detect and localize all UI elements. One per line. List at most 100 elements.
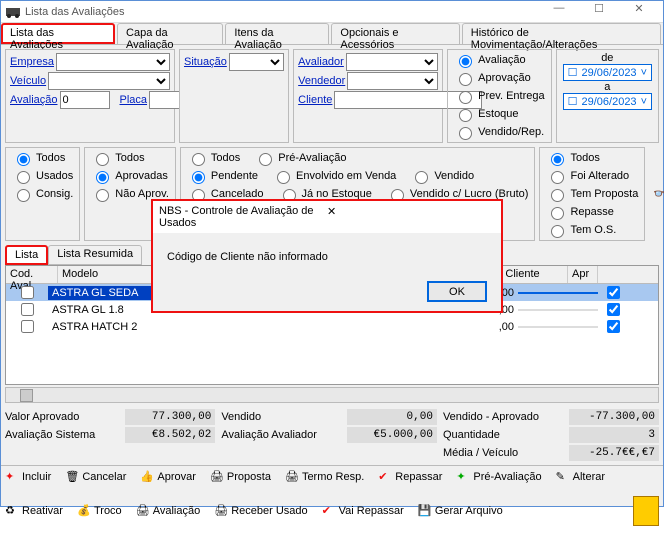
radio-s4-repasse[interactable]: Repasse: [546, 204, 638, 220]
placa-label: Placa: [120, 94, 148, 106]
radio-s3-vendido[interactable]: Vendido: [410, 168, 474, 184]
titlebar: Lista das Avaliações — ☐ ✕: [1, 1, 663, 23]
quantidade-label: Quantidade: [443, 429, 563, 441]
summary-panel: Valor Aprovado 77.300,00 Vendido 0,00 Ve…: [1, 405, 663, 465]
col-cod[interactable]: Cod. Aval: [6, 266, 58, 283]
filter-bar: Empresa Veículo AvaliaçãoPlaca Situação …: [1, 45, 663, 147]
app-icon: [5, 4, 21, 20]
horizontal-scrollbar[interactable]: [5, 387, 659, 403]
radio-vendido-rep[interactable]: Vendido/Rep.: [454, 124, 544, 140]
media-label: Média / Veículo: [443, 447, 563, 459]
tab-capa[interactable]: Capa da Avaliação: [117, 23, 223, 44]
receber-button[interactable]: 🖨Receber Usado: [214, 496, 307, 526]
dialog-ok-button[interactable]: OK: [427, 281, 487, 302]
apr-checkbox[interactable]: [607, 303, 620, 316]
veiculo-select[interactable]: [48, 72, 170, 90]
aval-avaliador-value: €5.000,00: [347, 427, 437, 443]
tab-itens[interactable]: Itens da Avaliação: [225, 23, 329, 44]
apr-checkbox[interactable]: [607, 286, 620, 299]
cancelar-button[interactable]: 🗑Cancelar: [65, 470, 126, 484]
avaliacao-input[interactable]: [60, 91, 110, 109]
close-button[interactable]: ✕: [619, 2, 659, 22]
radio-s3-pre[interactable]: Pré-Avaliação: [254, 150, 346, 166]
row-checkbox[interactable]: [21, 286, 34, 299]
valor-aprovado-value: 77.300,00: [125, 409, 215, 425]
repassar-button[interactable]: ✔Repassar: [378, 470, 442, 484]
reativar-button[interactable]: ♻Reativar: [5, 496, 63, 526]
type-radio-group: Avaliação Aprovação Prev. Entrega Estoqu…: [447, 49, 551, 143]
avaliacao-button[interactable]: 🖨Avaliação: [136, 496, 201, 526]
empresa-select[interactable]: [56, 53, 170, 71]
radio-s1-consig[interactable]: Consig.: [12, 186, 73, 202]
table-row[interactable]: ASTRA HATCH 2 ,00: [6, 318, 658, 335]
proposta-button[interactable]: 🖨Proposta: [210, 470, 271, 484]
radio-s4-todos[interactable]: Todos: [546, 150, 638, 166]
avaliador-select[interactable]: [346, 53, 438, 71]
pre-aval-button[interactable]: ✦Pré-Avaliação: [456, 470, 541, 484]
date-to[interactable]: ☐ 29/06/2023 ˅: [563, 93, 652, 110]
dialog-titlebar: NBS - Controle de Avaliação de Usados ✕: [153, 201, 501, 233]
alterar-button[interactable]: ✎Alterar: [556, 470, 605, 484]
gerar-button[interactable]: 💾Gerar Arquivo: [418, 496, 503, 526]
subtab-lista[interactable]: Lista: [5, 245, 48, 265]
vendedor-label: Vendedor: [298, 75, 345, 87]
radio-prev-entrega[interactable]: Prev. Entrega: [454, 88, 544, 104]
radio-estoque[interactable]: Estoque: [454, 106, 544, 122]
tab-lista-avaliacoes[interactable]: Lista das Avaliações: [1, 23, 115, 44]
date-from[interactable]: ☐ 29/06/2023 ˅: [563, 64, 652, 81]
error-dialog: NBS - Controle de Avaliação de Usados ✕ …: [151, 199, 503, 313]
radio-aprovacao[interactable]: Aprovação: [454, 70, 544, 86]
dialog-close-icon[interactable]: ✕: [327, 205, 495, 229]
aval-sistema-label: Avaliação Sistema: [5, 429, 119, 441]
quantidade-value: 3: [569, 427, 659, 443]
app-window: Lista das Avaliações — ☐ ✕ Lista das Ava…: [0, 0, 664, 507]
subtab-resumida[interactable]: Lista Resumida: [48, 245, 142, 265]
row-checkbox[interactable]: [21, 303, 34, 316]
radio-s2-todos[interactable]: Todos: [91, 150, 169, 166]
radio-s4-tem-prop[interactable]: Tem Proposta: [546, 186, 638, 202]
media-value: -25.7€€,€7: [569, 445, 659, 461]
aval-avaliador-label: Avaliação Avaliador: [221, 429, 341, 441]
radio-s3-pendente[interactable]: Pendente: [187, 168, 258, 184]
vendido-label: Vendido: [221, 411, 341, 423]
row-checkbox[interactable]: [21, 320, 34, 333]
radio-s1-todos[interactable]: Todos: [12, 150, 73, 166]
incluir-button[interactable]: ✦Incluir: [5, 470, 51, 484]
radio-s1-usados[interactable]: Usados: [12, 168, 73, 184]
radio-s3-todos[interactable]: Todos: [187, 150, 240, 166]
situacao-label: Situação: [184, 56, 227, 68]
cliente-label: Cliente: [298, 94, 332, 106]
empresa-label: Empresa: [10, 56, 54, 68]
main-tabs: Lista das Avaliações Capa da Avaliação I…: [1, 23, 663, 45]
apr-checkbox[interactable]: [607, 320, 620, 333]
maximize-button[interactable]: ☐: [579, 2, 619, 22]
search-icon[interactable]: 👓: [653, 184, 664, 204]
action-toolbar: ✦Incluir 🗑Cancelar 👍Aprovar 🖨Proposta 🖨T…: [1, 465, 663, 530]
termo-button[interactable]: 🖨Termo Resp.: [285, 470, 364, 484]
aval-sistema-value: €8.502,02: [125, 427, 215, 443]
vendedor-select[interactable]: [347, 72, 438, 90]
tab-historico[interactable]: Histórico de Movimentação/Alterações: [462, 23, 661, 44]
de-label: de: [563, 52, 652, 64]
radio-avaliacao[interactable]: Avaliação: [454, 52, 544, 68]
situacao-select[interactable]: [229, 53, 284, 71]
radio-s2-aprovadas[interactable]: Aprovadas: [91, 168, 169, 184]
aprovar-button[interactable]: 👍Aprovar: [140, 470, 196, 484]
radio-s4-tem-os[interactable]: Tem O.S.: [546, 222, 638, 238]
radio-s4-foi-alt[interactable]: Foi Alterado: [546, 168, 638, 184]
dialog-message: Código de Cliente não informado: [153, 233, 501, 281]
minimize-button[interactable]: —: [539, 2, 579, 22]
window-title: Lista das Avaliações: [25, 6, 539, 18]
col-apr[interactable]: Apr: [568, 266, 598, 283]
troco-button[interactable]: 💰Troco: [77, 496, 122, 526]
dialog-title: NBS - Controle de Avaliação de Usados: [159, 205, 327, 229]
vendido-value: 0,00: [347, 409, 437, 425]
tab-opcionais[interactable]: Opcionais e Acessórios: [331, 23, 459, 44]
date-range: de ☐ 29/06/2023 ˅ a ☐ 29/06/2023 ˅: [556, 49, 659, 143]
a-label: a: [563, 81, 652, 93]
exit-icon[interactable]: [633, 496, 659, 526]
veiculo-label: Veículo: [10, 75, 46, 87]
radio-s3-envolvido[interactable]: Envolvido em Venda: [272, 168, 396, 184]
vai-repassar-button[interactable]: ✔Vai Repassar: [322, 496, 404, 526]
valor-aprovado-label: Valor Aprovado: [5, 411, 119, 423]
